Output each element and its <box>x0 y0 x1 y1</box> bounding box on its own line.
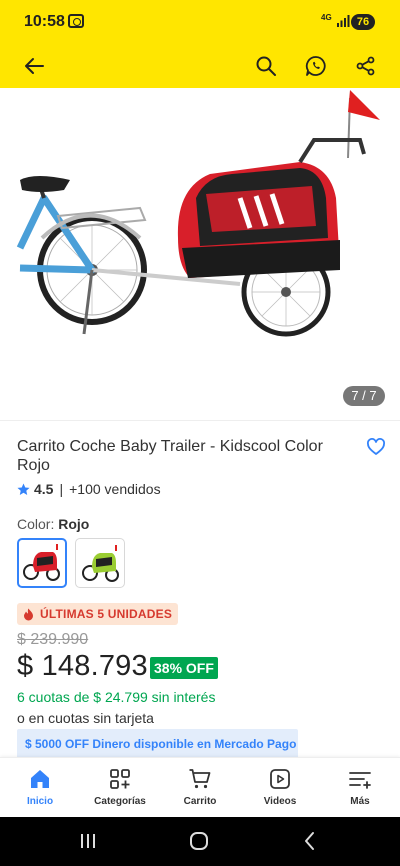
color-value: Rojo <box>58 516 90 532</box>
back-button[interactable] <box>18 50 50 82</box>
nav-label: Más <box>350 796 370 807</box>
search-button[interactable] <box>250 50 282 82</box>
status-bar: 10:58 4G 76 <box>0 0 400 44</box>
color-label: Color: Rojo <box>17 516 89 532</box>
nav-item-carrito[interactable]: Carrito <box>160 758 240 817</box>
nav-item-videos[interactable]: Videos <box>240 758 320 817</box>
back-arrow-icon <box>25 58 44 74</box>
nav-item-categorias[interactable]: Categorías <box>80 758 160 817</box>
stock-badge-label: ÚLTIMAS 5 UNIDADES <box>40 607 173 621</box>
discount-badge: 38% OFF <box>150 657 218 679</box>
share-icon <box>356 56 375 76</box>
installments-info[interactable]: 6 cuotas de $ 24.799 sin interés <box>17 689 215 705</box>
flame-icon <box>24 608 33 620</box>
status-time: 10:58 <box>24 13 65 30</box>
sold-count: +100 vendidos <box>69 481 161 497</box>
nav-item-inicio[interactable]: Inicio <box>0 758 80 817</box>
nav-item-mas[interactable]: Más <box>320 758 400 817</box>
favorite-heart-icon[interactable] <box>366 437 386 457</box>
video-icon <box>270 769 290 789</box>
recent-apps-icon[interactable] <box>76 829 100 853</box>
cart-icon <box>189 769 211 789</box>
signal-icon <box>337 15 350 27</box>
network-indicator: 4G <box>321 13 332 22</box>
rating-value: 4.5 <box>34 481 54 497</box>
nav-label: Categorías <box>94 796 146 807</box>
back-chevron-icon[interactable] <box>298 829 322 853</box>
red-trailer-thumbnail <box>23 544 60 581</box>
nav-label: Videos <box>263 796 297 807</box>
app-header <box>0 44 400 88</box>
search-icon <box>256 56 276 76</box>
current-price: $ 148.793 <box>17 650 148 682</box>
image-counter: 7 / 7 <box>343 386 385 406</box>
color-swatch-green[interactable] <box>75 538 125 588</box>
divider <box>0 420 400 421</box>
screenshot-icon <box>68 14 84 28</box>
battery-indicator: 76 <box>351 14 375 30</box>
rating-separator: | <box>59 481 64 497</box>
product-title: Carrito Coche Baby Trailer - Kidscool Co… <box>17 438 323 474</box>
nav-label: Inicio <box>26 796 54 807</box>
no-card-installments[interactable]: o en cuotas sin tarjeta <box>17 710 154 726</box>
system-navigation-bar <box>0 817 400 866</box>
color-label-prefix: Color: <box>17 516 59 532</box>
stock-badge: ÚLTIMAS 5 UNIDADES <box>17 603 179 625</box>
color-swatch-red[interactable] <box>17 538 67 588</box>
whatsapp-icon <box>305 56 326 76</box>
share-button[interactable] <box>350 50 382 82</box>
more-menu-icon <box>349 772 371 789</box>
home-icon <box>31 770 49 788</box>
top-bar: 10:58 4G 76 <box>0 0 400 88</box>
product-image <box>16 90 380 337</box>
star-icon <box>17 482 30 495</box>
original-price: $ 239.990 <box>17 631 89 648</box>
green-trailer-thumbnail <box>82 545 119 582</box>
mercado-pago-promo-banner[interactable]: $ 5000 OFF Dinero disponible en Mercado … <box>17 729 298 759</box>
whatsapp-button[interactable] <box>300 50 332 82</box>
home-circle-icon[interactable] <box>187 829 211 853</box>
bottom-navigation: Inicio Categorías Carrito Videos Más <box>0 757 400 817</box>
categories-icon <box>110 769 130 789</box>
product-image-gallery[interactable]: 7 / 7 <box>0 88 400 420</box>
nav-label: Carrito <box>183 796 217 807</box>
rating-row[interactable]: 4.5 | +100 vendidos <box>17 480 161 498</box>
